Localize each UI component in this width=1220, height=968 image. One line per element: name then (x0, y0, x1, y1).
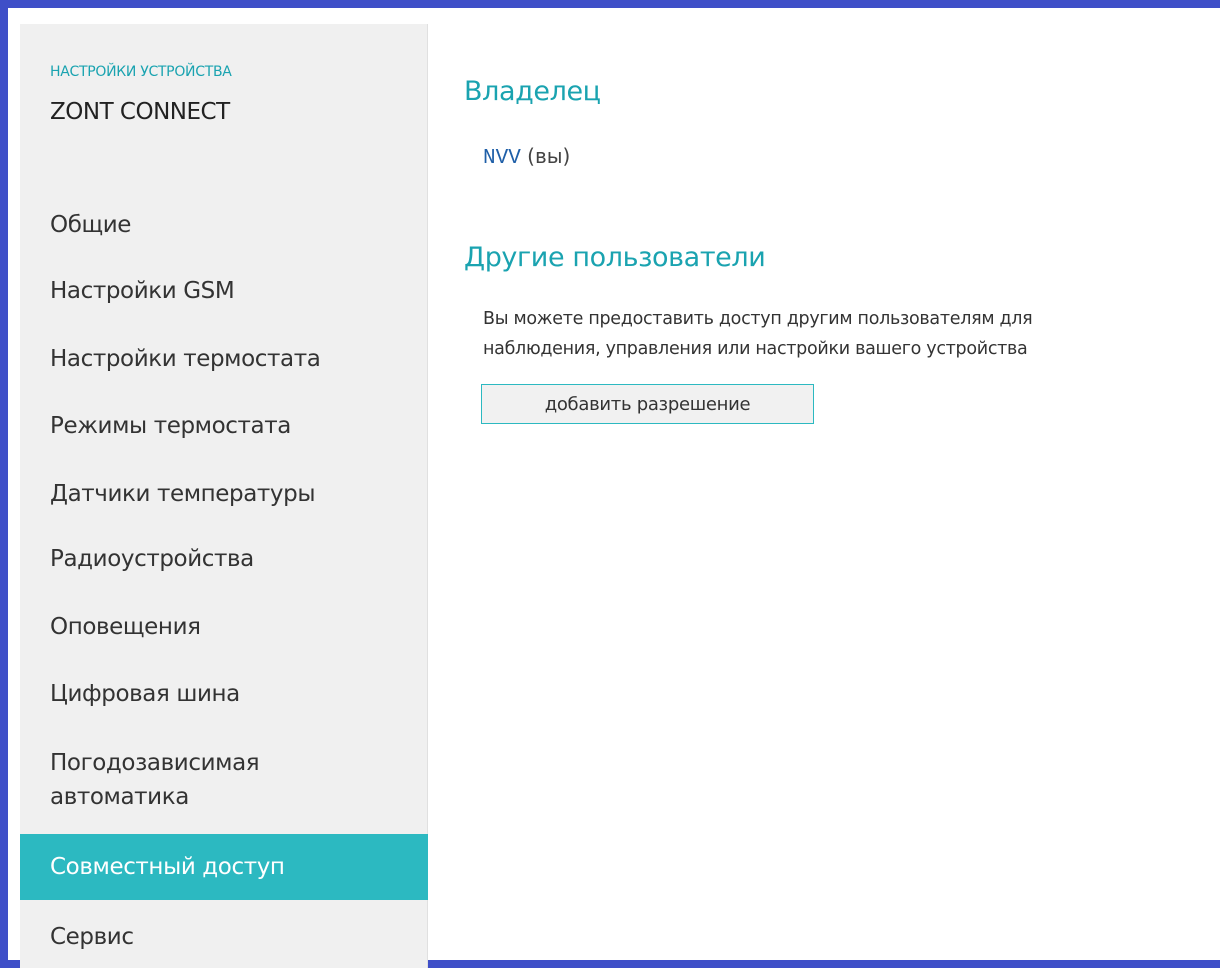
sidebar-item-shared-access[interactable]: Совместный доступ (20, 834, 428, 900)
sidebar-item-service[interactable]: Сервис (20, 920, 428, 954)
owner-heading: Владелец (464, 76, 601, 107)
sidebar-subtitle: НАСТРОЙКИ УСТРОЙСТВА (50, 64, 232, 80)
sidebar-item-weather-automation[interactable]: Погодозависимая автоматика (20, 746, 350, 814)
description-line-1: Вы можете предоставить доступ другим пол… (483, 309, 1033, 329)
owner-name: NVV (483, 147, 521, 170)
sidebar-item-temperature-sensors[interactable]: Датчики температуры (20, 477, 428, 511)
window-frame: НАСТРОЙКИ УСТРОЙСТВА ZONT CONNECT Общие … (0, 0, 1220, 968)
owner-suffix: (вы) (527, 144, 571, 168)
add-permission-button[interactable]: добавить разрешение (481, 384, 814, 424)
sidebar-item-digital-bus[interactable]: Цифровая шина (20, 677, 428, 711)
other-users-heading: Другие пользователи (464, 242, 766, 273)
sidebar-item-gsm-settings[interactable]: Настройки GSM (20, 274, 428, 308)
owner-line: NVV (вы) (483, 144, 570, 170)
sidebar-item-thermostat-settings[interactable]: Настройки термостата (20, 342, 428, 376)
sidebar-item-general[interactable]: Общие (20, 208, 428, 242)
sidebar-item-thermostat-modes[interactable]: Режимы термостата (20, 409, 428, 443)
other-users-description: Вы можете предоставить доступ другим пол… (483, 304, 1220, 364)
main-content: Владелец NVV (вы) Другие пользователи Вы… (428, 24, 1220, 952)
sidebar: НАСТРОЙКИ УСТРОЙСТВА ZONT CONNECT Общие … (20, 24, 428, 968)
description-line-2: наблюдения, управления или настройки ваш… (483, 339, 1028, 359)
sidebar-item-notifications[interactable]: Оповещения (20, 610, 428, 644)
device-name: ZONT CONNECT (50, 99, 230, 125)
sidebar-item-radio-devices[interactable]: Радиоустройства (20, 542, 428, 576)
